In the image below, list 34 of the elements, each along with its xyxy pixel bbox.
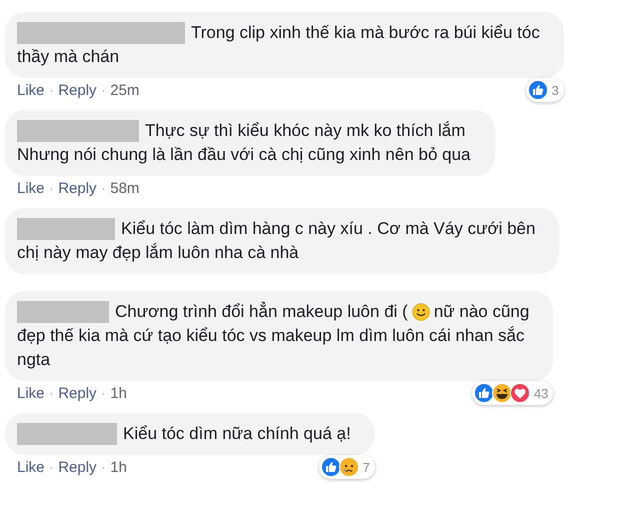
smiley-icon (412, 303, 430, 321)
separator-dot: · (50, 387, 54, 402)
reaction-count: 43 (534, 386, 548, 400)
reaction-count: 3 (552, 82, 559, 98)
timestamp: 25m (110, 81, 140, 101)
timestamp: 1h (110, 384, 127, 404)
comment-text: Thực sự thì kiểu khóc này mk ko thích lắm (145, 120, 466, 142)
separator-dot: · (102, 387, 106, 402)
like-link[interactable]: Like (17, 179, 45, 199)
timestamp: 58m (110, 179, 140, 199)
timestamp: 1h (110, 458, 127, 478)
like-link[interactable]: Like (17, 384, 45, 404)
reply-link[interactable]: Reply (58, 81, 97, 101)
comment-text: Trong clip xinh thế kia mà bước ra búi kiểu tóc (191, 22, 540, 44)
comment-text: chị này may đẹp lắm luôn nha cà nhà (17, 242, 300, 264)
comment-text: thầy mà chán (17, 46, 120, 68)
reaction-count: 7 (362, 460, 370, 474)
comment-text: đẹp thế kia mà cứ tạo kiểu tóc vs makeup lm dìm luôn cái nhan sắc ngta (17, 325, 526, 371)
comment-text: Nhưng nói chung là lần đầu với cà chị cũng xinh nên bỏ qua (17, 144, 471, 166)
like-link[interactable]: Like (17, 81, 45, 101)
comment-text: Chương trình đổi hẳn makeup luôn đi ( (115, 300, 408, 323)
separator-dot: · (50, 182, 54, 197)
comment-text: Kiểu tóc làm dìm hàng c này xíu . Cơ mà Váy cưới bên (121, 218, 536, 240)
reply-link[interactable]: Reply (58, 384, 97, 404)
separator-dot: · (102, 84, 106, 99)
reply-link[interactable]: Reply (58, 179, 97, 199)
like-link[interactable]: Like (17, 458, 45, 478)
separator-dot: · (102, 461, 106, 476)
reply-link[interactable]: Reply (58, 458, 97, 478)
separator-dot: · (102, 182, 106, 197)
separator-dot: · (50, 84, 54, 99)
comment-text: nữ nào cũng (434, 301, 530, 323)
separator-dot: · (50, 461, 54, 476)
comment-text: Kiểu tóc dìm nữa chính quá ạ! (123, 423, 351, 445)
